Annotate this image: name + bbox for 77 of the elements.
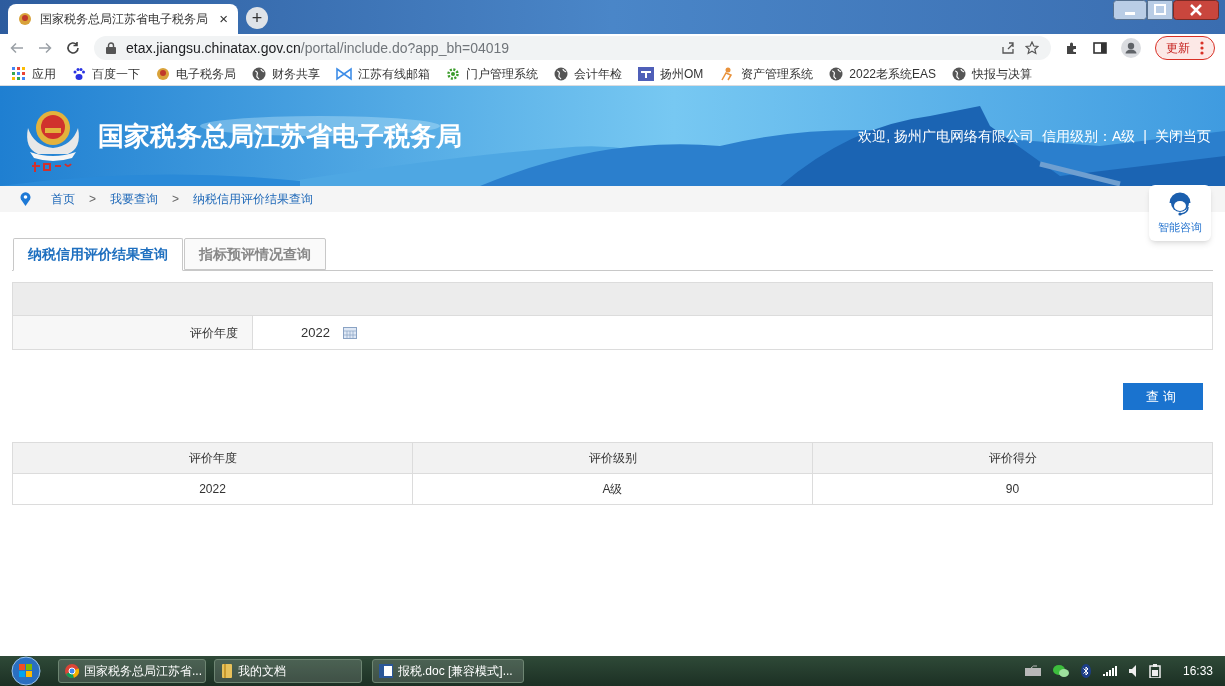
credit-level-text: 信用级别：A级 — [1042, 126, 1136, 146]
welcome-text: 欢迎, 扬州广电网络有限公司 — [858, 126, 1034, 146]
lock-icon — [106, 42, 116, 54]
chat-bubbles-icon[interactable] — [1052, 665, 1069, 677]
tab-title: 国家税务总局江苏省电子税务局 — [40, 11, 209, 28]
bookmark[interactable]: 扬州OM — [638, 64, 704, 83]
minimize-button[interactable] — [1113, 0, 1147, 20]
table-cell: 2022 — [12, 473, 413, 505]
gear-icon — [446, 66, 460, 81]
grid-icon — [12, 66, 26, 81]
share-icon[interactable] — [1001, 41, 1015, 55]
start-button[interactable] — [8, 656, 44, 686]
site-title: 国家税务总局江苏省电子税务局 — [98, 119, 462, 153]
browser-icon — [65, 664, 79, 678]
bookmark[interactable]: 2022老系统EAS — [829, 64, 937, 83]
url-host: etax.jiangsu.chinatax.gov.cn — [126, 38, 301, 58]
side-panel-icon[interactable] — [1093, 41, 1107, 55]
breadcrumb-link[interactable]: 我要查询 — [110, 190, 158, 208]
globe-icon — [554, 66, 568, 81]
breadcrumb-separator: > — [172, 191, 180, 208]
signal-icon[interactable] — [1102, 666, 1117, 676]
maximize-button[interactable] — [1147, 0, 1173, 20]
column-header: 评价年度 — [12, 442, 413, 474]
bookmark[interactable]: 门户管理系统 — [446, 64, 538, 83]
location-pin-icon — [20, 192, 31, 206]
column-header: 评价级别 — [412, 442, 813, 474]
globe-icon — [252, 66, 266, 81]
breadcrumb-link[interactable]: 纳税信用评价结果查询 — [193, 190, 314, 208]
more-icon[interactable] — [1200, 41, 1204, 55]
close-page-link[interactable]: 关闭当页 — [1155, 125, 1211, 147]
bookmark[interactable]: 百度一下 — [72, 64, 140, 83]
close-tab-button[interactable]: × — [219, 7, 228, 31]
paw-icon — [72, 66, 86, 81]
breadcrumb-separator: > — [89, 191, 96, 208]
keyboard-icon[interactable] — [1024, 665, 1041, 677]
emblem-icon — [156, 66, 170, 81]
calendar-icon[interactable] — [343, 326, 357, 339]
bookmark[interactable]: 财务共享 — [252, 64, 320, 83]
browser-tab[interactable]: 国家税务总局江苏省电子税务局 × — [8, 4, 238, 34]
separator-text: | — [1143, 126, 1147, 146]
star-icon[interactable] — [1025, 41, 1039, 55]
tab[interactable]: 纳税信用评价结果查询 — [13, 238, 183, 271]
bookmark[interactable]: 电子税务局 — [156, 64, 236, 83]
taskbar-button[interactable]: 国家税务总局江苏省... — [58, 659, 206, 683]
assistant-button[interactable]: 智能咨询 — [1149, 185, 1211, 241]
column-header: 评价得分 — [812, 442, 1213, 474]
query-button[interactable]: 查询 — [1123, 383, 1203, 410]
reload-icon[interactable] — [66, 41, 80, 55]
address-bar[interactable]: etax.jiangsu.chinatax.gov.cn/portal/include.do?app_bh=04019 — [94, 36, 1051, 60]
bookmark[interactable]: 资产管理系统 — [719, 64, 814, 83]
update-button[interactable]: 更新 — [1155, 36, 1215, 60]
headset-icon — [1168, 190, 1192, 217]
bluetooth-icon[interactable] — [1080, 664, 1091, 678]
bookmark[interactable]: 会计年检 — [554, 64, 622, 83]
bookmark[interactable]: 快报与决算 — [952, 64, 1033, 83]
profile-icon[interactable] — [1121, 38, 1141, 58]
close-button[interactable] — [1173, 0, 1219, 20]
bookmark[interactable]: 江苏有线邮箱 — [336, 64, 430, 83]
breadcrumb-link[interactable]: 首页 — [51, 190, 75, 208]
taskbar-button[interactable]: 报税.doc [兼容模式]... — [372, 659, 524, 683]
globe-icon — [952, 66, 967, 81]
new-tab-button[interactable]: + — [246, 7, 268, 29]
table-cell: 90 — [812, 473, 1213, 505]
document-icon — [379, 664, 393, 678]
envelope-icon — [336, 66, 352, 81]
clock[interactable]: 16:33 — [1182, 662, 1213, 680]
url-path: /portal/include.do?app_bh=04019 — [300, 38, 510, 58]
folder-icon — [221, 663, 233, 679]
square-logo-icon — [638, 66, 654, 81]
globe-icon — [829, 66, 844, 81]
table-cell: A级 — [412, 473, 813, 505]
field-label: 评价年度 — [13, 316, 253, 349]
taskbar-button[interactable]: 我的文档 — [214, 659, 362, 683]
speaker-icon[interactable] — [1128, 665, 1137, 677]
puzzle-icon[interactable] — [1065, 41, 1079, 55]
bookmark[interactable]: 应用 — [12, 64, 56, 83]
emblem-icon — [18, 12, 32, 26]
